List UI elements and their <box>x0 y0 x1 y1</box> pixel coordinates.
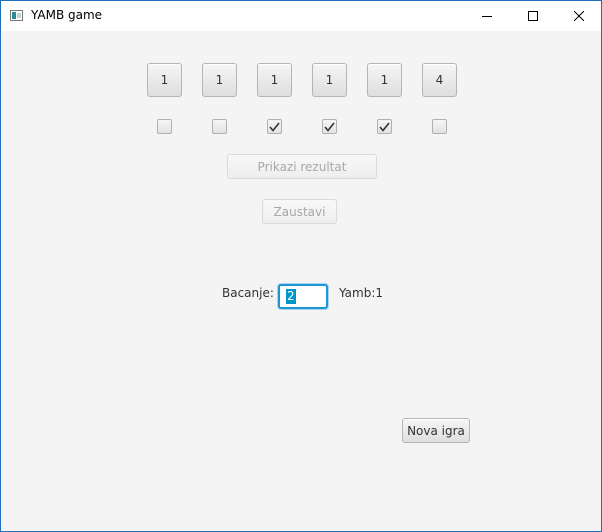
new-game-button[interactable]: Nova igra <box>402 418 470 443</box>
game-panel: 1 1 1 1 1 4 Prikazi rezultat Zaustavi Ba… <box>1 31 601 531</box>
minimize-button[interactable] <box>464 1 510 31</box>
hold-checkbox-2[interactable] <box>212 119 227 134</box>
hold-checkbox-4[interactable] <box>322 119 337 134</box>
hold-checkbox-6[interactable] <box>432 119 447 134</box>
app-icon <box>10 10 23 21</box>
checkmark-icon <box>379 122 390 132</box>
maximize-button[interactable] <box>510 1 556 31</box>
throw-label: Bacanje: <box>222 286 274 300</box>
maximize-icon <box>528 11 538 21</box>
stop-button[interactable]: Zaustavi <box>262 199 337 224</box>
die-button-6[interactable]: 4 <box>422 63 457 97</box>
die-button-5[interactable]: 1 <box>367 63 402 97</box>
minimize-icon <box>482 16 492 17</box>
die-button-4[interactable]: 1 <box>312 63 347 97</box>
close-button[interactable] <box>556 1 601 31</box>
app-window: YAMB game 1 1 1 1 1 4 Prikazi rezultat Z… <box>0 0 602 532</box>
hold-checkbox-1[interactable] <box>157 119 172 134</box>
die-button-2[interactable]: 1 <box>202 63 237 97</box>
show-result-button[interactable]: Prikazi rezultat <box>227 154 377 179</box>
throw-count-value: 2 <box>286 289 296 304</box>
throw-count-field[interactable]: 2 <box>278 284 328 309</box>
close-icon <box>574 11 584 21</box>
title-bar[interactable]: YAMB game <box>1 1 601 31</box>
die-button-3[interactable]: 1 <box>257 63 292 97</box>
hold-checkbox-5[interactable] <box>377 119 392 134</box>
checkmark-icon <box>269 122 280 132</box>
yamb-count-label: Yamb:1 <box>339 286 384 300</box>
hold-checkbox-3[interactable] <box>267 119 282 134</box>
checkmark-icon <box>324 122 335 132</box>
die-button-1[interactable]: 1 <box>147 63 182 97</box>
window-title: YAMB game <box>31 8 103 22</box>
